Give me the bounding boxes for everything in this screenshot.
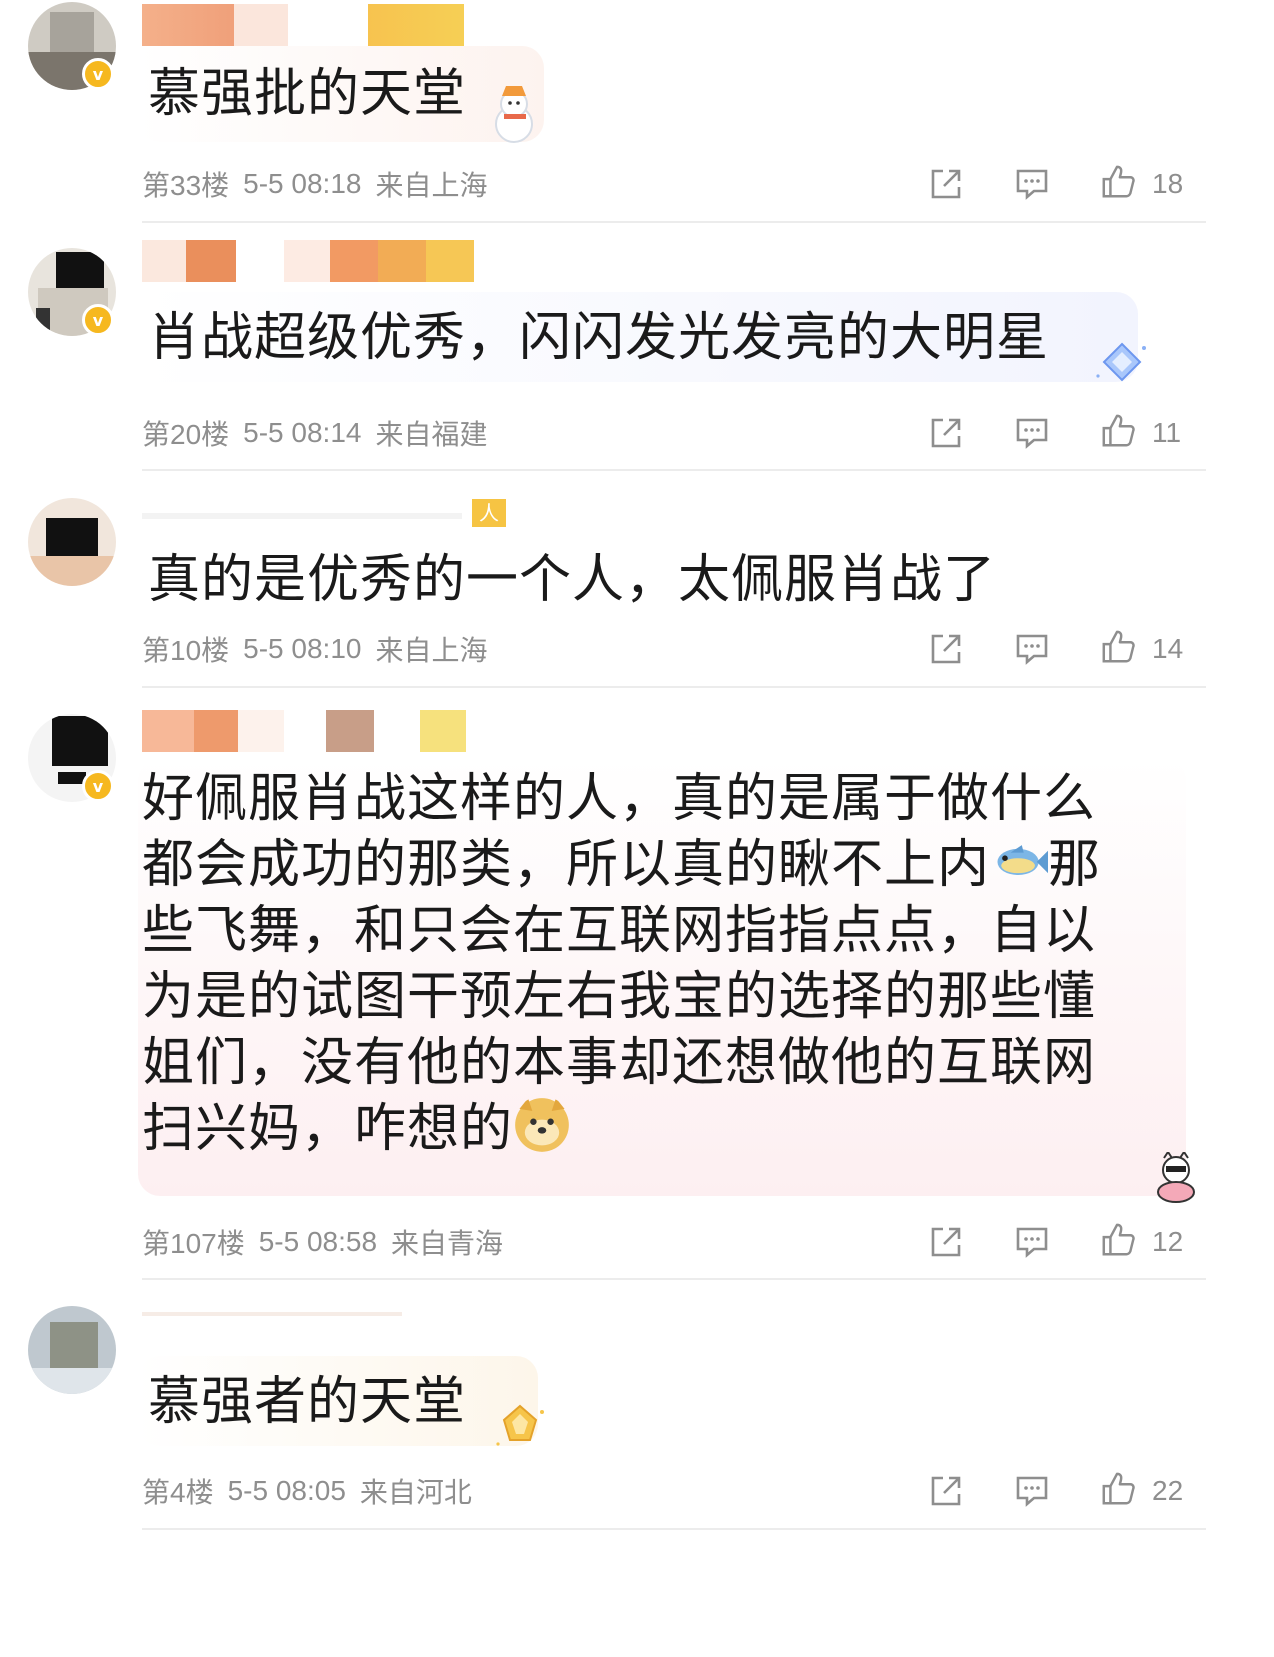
doge-emoji	[515, 1098, 569, 1152]
timestamp: 5-5 08:05	[227, 1475, 346, 1506]
thumbs-up-icon[interactable]	[1100, 1471, 1136, 1507]
like-count: 12	[1152, 1226, 1184, 1257]
location: 来自青海	[391, 1228, 504, 1259]
nickname-redacted[interactable]	[142, 710, 466, 752]
timestamp: 5-5 08:14	[243, 417, 362, 448]
divider	[142, 1528, 1206, 1530]
comment-meta: 第33楼 5-5 08:18 来自上海	[142, 164, 488, 204]
floor-number: 第107楼	[142, 1228, 245, 1259]
nickname-redacted[interactable]	[142, 1304, 402, 1324]
timestamp: 5-5 08:58	[258, 1226, 378, 1257]
avatar[interactable]	[28, 498, 116, 586]
comment-bubble: 肖战超级优秀，闪闪发光发亮的大明星	[138, 292, 1138, 382]
share-icon[interactable]	[928, 166, 964, 202]
thumbs-up-icon[interactable]	[1100, 1222, 1136, 1258]
comment-text: 好佩服肖战这样的人，真的是属于做什么 都会成功的那类，所以真的瞅不上内 那 些飞…	[142, 769, 1102, 1159]
snowman-sticker-icon	[495, 86, 533, 143]
verified-badge-icon: v	[82, 58, 114, 90]
share-icon[interactable]	[928, 415, 964, 451]
like-count: 22	[1152, 1475, 1184, 1506]
comment-bubble: 真的是优秀的一个人，太佩服肖战了	[138, 536, 1038, 620]
verified-badge-icon: v	[82, 770, 114, 802]
thumbs-up-icon[interactable]	[1100, 413, 1136, 449]
floor-number: 第4楼	[142, 1477, 214, 1508]
location: 来自河北	[359, 1477, 472, 1508]
nickname-redacted[interactable]: 人	[142, 492, 506, 534]
crown-gem-sticker-icon	[496, 1404, 544, 1446]
fish-emoji	[997, 845, 1049, 876]
location: 来自上海	[375, 635, 488, 666]
nickname-redacted[interactable]	[142, 4, 464, 46]
comment-text: 慕强批的天堂	[148, 64, 467, 124]
floor-number: 第33楼	[142, 170, 230, 201]
like-count: 11	[1152, 417, 1182, 448]
divider	[142, 686, 1206, 688]
thumbs-up-icon[interactable]	[1100, 629, 1136, 665]
divider	[142, 1278, 1206, 1280]
reply-icon[interactable]	[1014, 166, 1050, 202]
character-sticker-icon	[1157, 1152, 1195, 1203]
reply-icon[interactable]	[1014, 1224, 1050, 1260]
timestamp: 5-5 08:10	[243, 633, 362, 664]
floor-number: 第20楼	[142, 419, 230, 450]
fan-badge: 人	[472, 499, 506, 527]
reply-icon[interactable]	[1014, 415, 1050, 451]
nickname-redacted[interactable]	[142, 240, 474, 282]
divider	[142, 469, 1206, 471]
divider	[142, 221, 1206, 223]
comment-text: 慕强者的天堂	[148, 1372, 467, 1432]
comment-meta: 第20楼 5-5 08:14 来自福建	[142, 413, 488, 453]
diamond-sticker-icon	[1096, 342, 1146, 382]
location: 来自福建	[375, 419, 488, 450]
verified-badge-icon: v	[82, 304, 114, 336]
comment-text: 肖战超级优秀，闪闪发光发亮的大明星	[148, 308, 1050, 368]
comment-meta: 第10楼 5-5 08:10 来自上海	[142, 629, 488, 669]
share-icon[interactable]	[928, 1224, 964, 1260]
thumbs-up-icon[interactable]	[1100, 164, 1136, 200]
avatar[interactable]	[28, 1306, 116, 1394]
location: 来自上海	[375, 170, 488, 201]
share-icon[interactable]	[928, 1473, 964, 1509]
reply-icon[interactable]	[1014, 631, 1050, 667]
reply-icon[interactable]	[1014, 1473, 1050, 1509]
floor-number: 第10楼	[142, 635, 230, 666]
comment-meta: 第4楼 5-5 08:05 来自河北	[142, 1471, 472, 1511]
like-count: 18	[1152, 168, 1184, 199]
like-count: 14	[1152, 633, 1184, 664]
share-icon[interactable]	[928, 631, 964, 667]
comment-text: 真的是优秀的一个人，太佩服肖战了	[148, 550, 997, 610]
comment-meta: 第107楼 5-5 08:58 来自青海	[142, 1222, 503, 1262]
comment-bubble: 慕强者的天堂	[138, 1356, 538, 1446]
timestamp: 5-5 08:18	[243, 168, 362, 199]
